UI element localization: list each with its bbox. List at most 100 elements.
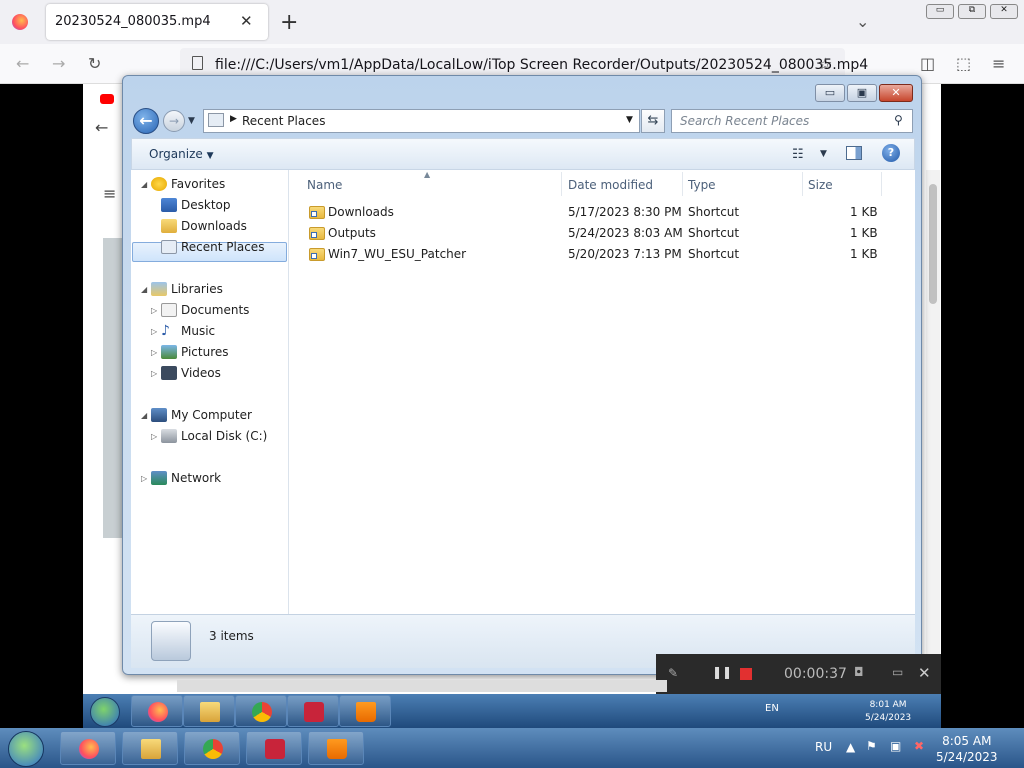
explorer-close-button[interactable]: ✕ [879, 84, 913, 102]
address-bar[interactable]: ▶ Recent Places ▼ [203, 109, 640, 133]
expand-arrow-icon[interactable]: ◢ [141, 174, 147, 195]
expand-arrow-icon[interactable]: ◢ [141, 279, 147, 300]
chevron-down-icon: ▼ [206, 151, 214, 161]
taskbar-explorer[interactable] [122, 731, 178, 765]
bookmark-star-icon[interactable]: ☆ [818, 54, 832, 73]
back-icon[interactable]: ← [16, 54, 29, 73]
stop-icon[interactable] [740, 668, 752, 680]
network-tray-icon[interactable]: ▣ [890, 739, 901, 753]
browser-tab[interactable]: 20230524_080035.mp4 [46, 4, 268, 40]
tree-videos[interactable]: ▷ Videos [131, 363, 289, 384]
tree-libraries[interactable]: ◢ Libraries [131, 279, 289, 300]
list-tabs-icon[interactable]: ⌄ [856, 12, 869, 31]
recent-pages-dropdown-icon[interactable]: ▼ [188, 116, 195, 126]
window-minimize-button[interactable]: ▭ [926, 4, 954, 19]
organize-button[interactable]: Organize ▼ [149, 147, 214, 161]
nav-forward-button[interactable]: → [163, 110, 185, 132]
taskbar-chrome[interactable] [184, 731, 240, 765]
extensions-icon[interactable]: ⬚ [956, 54, 971, 73]
videos-icon [161, 366, 177, 380]
preview-pane-icon[interactable] [846, 146, 862, 160]
system-clock: 8:01 AM 5/24/2023 [865, 699, 911, 725]
collapse-arrow-icon[interactable]: ▷ [141, 468, 147, 489]
file-size: 1 KB [850, 247, 878, 261]
column-header-date[interactable]: Date modified [568, 178, 653, 192]
change-view-icon[interactable]: ☷ [792, 147, 804, 162]
start-button[interactable] [8, 731, 44, 767]
page-back-icon[interactable]: ← [95, 118, 108, 137]
tree-downloads[interactable]: Downloads [131, 216, 289, 237]
tab-close-icon[interactable]: ✕ [240, 12, 253, 30]
file-date: 5/20/2023 7:13 PM [568, 247, 682, 261]
page-menu-icon[interactable]: ≡ [103, 184, 116, 203]
tree-my-computer[interactable]: ◢ My Computer [131, 405, 289, 426]
search-input[interactable]: Search Recent Places ⚲ [671, 109, 913, 133]
view-dropdown-icon[interactable]: ▼ [820, 149, 827, 159]
column-divider[interactable] [561, 172, 562, 196]
tree-network[interactable]: ▷ Network [131, 468, 289, 489]
collapse-arrow-icon[interactable]: ▷ [151, 342, 157, 363]
reload-icon[interactable]: ↻ [88, 54, 101, 73]
page-scroll-thumb[interactable] [929, 184, 937, 304]
collapse-arrow-icon[interactable]: ▷ [151, 300, 157, 321]
tree-documents[interactable]: ▷ Documents [131, 300, 289, 321]
tree-local-disk[interactable]: ▷ Local Disk (C:) [131, 426, 289, 447]
volume-muted-icon[interactable]: ✖ [914, 739, 924, 753]
file-row[interactable]: Outputs 5/24/2023 8:03 AM Shortcut 1 KB [289, 223, 915, 244]
search-icon[interactable]: ⚲ [894, 113, 903, 127]
tree-pictures[interactable]: ▷ Pictures [131, 342, 289, 363]
window-close-button[interactable]: ✕ [990, 4, 1018, 19]
tree-desktop[interactable]: Desktop [131, 195, 289, 216]
column-divider[interactable] [881, 172, 882, 196]
minimize-recorder-icon[interactable]: ▭ [892, 665, 903, 679]
collapse-arrow-icon[interactable]: ▷ [151, 363, 157, 384]
taskbar-firefox[interactable] [60, 731, 116, 765]
folder-shortcut-icon [309, 206, 325, 219]
breadcrumb-location[interactable]: Recent Places [242, 114, 325, 128]
tree-label: Music [181, 324, 216, 338]
file-size: 1 KB [850, 205, 878, 219]
column-header-type[interactable]: Type [688, 178, 716, 192]
explorer-minimize-button[interactable]: ▭ [815, 84, 845, 102]
language-indicator[interactable]: RU [815, 740, 832, 754]
pause-icon[interactable]: ❚❚ [712, 665, 732, 679]
page-horizontal-scrollbar[interactable] [177, 680, 667, 692]
column-divider[interactable] [682, 172, 683, 196]
menu-icon[interactable]: ≡ [992, 54, 1005, 73]
help-icon[interactable]: ? [882, 144, 900, 162]
screenshot-icon[interactable]: ◘ [854, 665, 864, 679]
video-taskbar: EN 8:01 AM 5/24/2023 [83, 694, 941, 728]
system-clock[interactable]: 8:05 AM 5/24/2023 [936, 733, 998, 765]
action-center-flag-icon[interactable]: ⚑ [866, 739, 877, 753]
tree-label: Downloads [181, 219, 247, 233]
breadcrumb-chevron-icon[interactable]: ▶ [230, 114, 237, 124]
window-restore-button[interactable]: ⧉ [958, 4, 986, 19]
collapse-arrow-icon[interactable]: ▷ [151, 321, 157, 342]
refresh-button[interactable]: ⇆ [641, 109, 665, 133]
file-row[interactable]: Downloads 5/17/2023 8:30 PM Shortcut 1 K… [289, 202, 915, 223]
expand-arrow-icon[interactable]: ◢ [141, 405, 147, 426]
collapse-arrow-icon[interactable]: ▷ [151, 426, 157, 447]
explorer-maximize-button[interactable]: ▣ [847, 84, 877, 102]
folder-shortcut-icon [309, 248, 325, 261]
show-hidden-icons-icon[interactable]: ▲ [846, 740, 855, 754]
taskbar-vlc[interactable] [308, 731, 364, 765]
forward-icon[interactable]: → [52, 54, 65, 73]
vlc-icon [339, 695, 391, 727]
tree-favorites[interactable]: ◢ Favorites [131, 174, 289, 195]
column-header-size[interactable]: Size [808, 178, 833, 192]
draw-icon[interactable]: ✎ [668, 666, 678, 680]
file-size: 1 KB [850, 226, 878, 240]
new-tab-button[interactable]: + [280, 10, 298, 35]
tree-music[interactable]: ▷ ♪ Music [131, 321, 289, 342]
file-row[interactable]: Win7_WU_ESU_Patcher 5/20/2023 7:13 PM Sh… [289, 244, 915, 265]
close-recorder-icon[interactable]: ✕ [918, 664, 931, 682]
address-dropdown-icon[interactable]: ▼ [626, 115, 633, 125]
tree-recent-places[interactable]: Recent Places [131, 237, 289, 258]
tab-title: 20230524_080035.mp4 [55, 14, 211, 29]
save-to-pocket-icon[interactable]: ◫ [920, 54, 935, 73]
taskbar-recorder[interactable] [246, 731, 302, 765]
column-header-name[interactable]: Name [307, 178, 342, 192]
nav-back-button[interactable]: ← [133, 108, 159, 134]
column-divider[interactable] [802, 172, 803, 196]
